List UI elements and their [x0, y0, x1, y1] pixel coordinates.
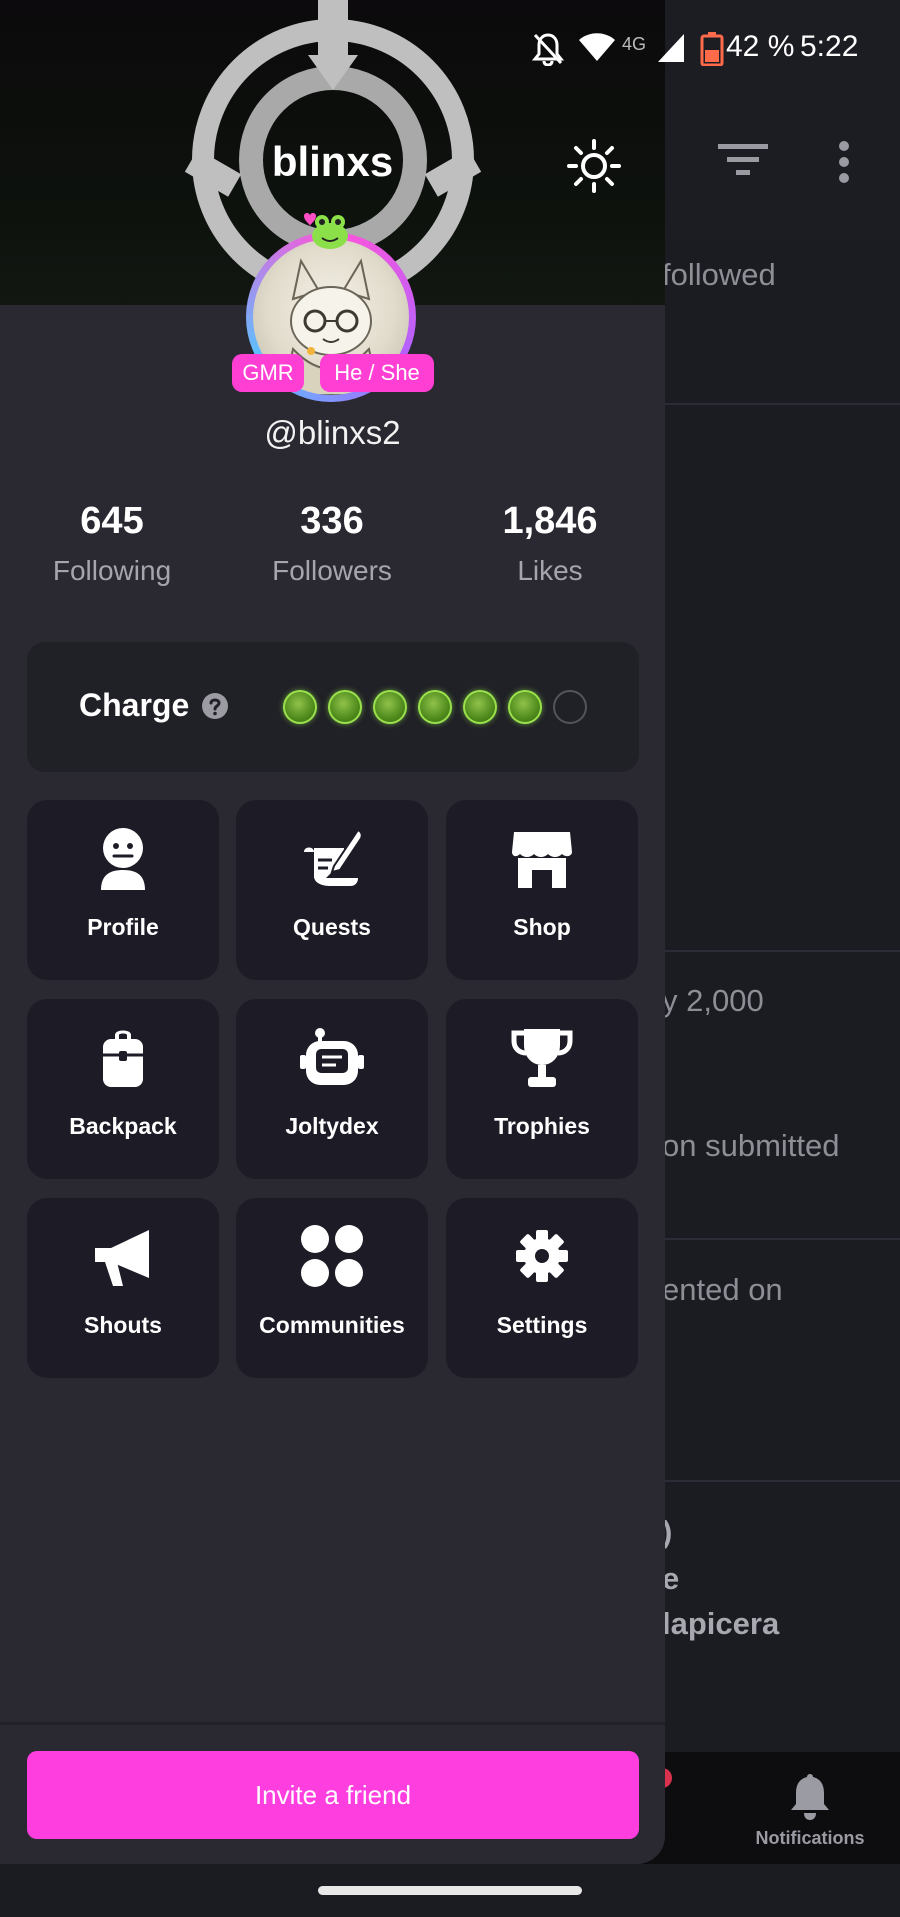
- menu-label: Shouts: [84, 1312, 162, 1338]
- profile-icon: [101, 828, 145, 890]
- charge-label: Charge: [79, 687, 190, 723]
- wifi-icon: [579, 33, 615, 61]
- feed-item-text: on submitted: [662, 1128, 840, 1163]
- battery-percentage: 42 %: [726, 30, 795, 63]
- charge-orb-filled: [463, 690, 497, 724]
- stat-value: 336: [300, 500, 364, 542]
- stat-likes[interactable]: 1,846 Likes: [450, 500, 650, 587]
- frog-decoration-icon: [304, 213, 348, 249]
- menu-label: Profile: [87, 914, 159, 940]
- menu-quests[interactable]: Quests: [236, 800, 428, 980]
- menu-label: Backpack: [69, 1113, 177, 1139]
- battery-icon: [700, 32, 724, 66]
- bell-icon[interactable]: [788, 1772, 832, 1822]
- feed-item-text: followed: [662, 257, 776, 292]
- menu-backpack[interactable]: Backpack: [27, 999, 219, 1179]
- signal-icon: [658, 34, 684, 62]
- communities-icon: [301, 1225, 363, 1287]
- notifications-muted-icon: [532, 33, 564, 66]
- stat-following[interactable]: 645 Following: [12, 500, 212, 587]
- nav-notifications-label[interactable]: Notifications: [740, 1828, 880, 1849]
- stat-value: 645: [80, 500, 144, 542]
- home-indicator[interactable]: [318, 1886, 582, 1895]
- navigation-drawer: blinxs GMR He / She @blinxs2 645 Followi…: [0, 0, 665, 1864]
- menu-communities[interactable]: Communities: [236, 1198, 428, 1378]
- charge-orb-filled: [373, 690, 407, 724]
- feed-item-text: y 2,000: [662, 983, 764, 1018]
- menu-label: Quests: [293, 914, 371, 940]
- stat-label: Likes: [517, 555, 583, 586]
- divider: [0, 1722, 665, 1725]
- charge-orb-empty: [553, 690, 587, 724]
- clock: 5:22: [800, 30, 859, 63]
- sun-icon[interactable]: [566, 138, 622, 194]
- menu-trophies[interactable]: Trophies: [446, 999, 638, 1179]
- gear-icon: [516, 1230, 568, 1282]
- network-type: 4G: [622, 34, 647, 54]
- trophy-icon: [511, 1029, 573, 1087]
- menu-label: Communities: [259, 1312, 405, 1338]
- menu-label: Shop: [513, 914, 571, 940]
- help-icon[interactable]: [201, 692, 229, 720]
- menu-label: Trophies: [494, 1113, 590, 1139]
- quests-icon: [304, 828, 363, 886]
- pronoun-badge: He / She: [320, 354, 434, 392]
- feed-item-text: ented on: [662, 1272, 783, 1307]
- menu-profile[interactable]: Profile: [27, 800, 219, 980]
- stat-label: Following: [52, 555, 172, 586]
- gmr-badge: GMR: [232, 354, 304, 392]
- more-options-icon[interactable]: [830, 140, 858, 184]
- menu-settings[interactable]: Settings: [446, 1198, 638, 1378]
- charge-orb-filled: [508, 690, 542, 724]
- joltydex-icon: [300, 1028, 364, 1085]
- feed-item-text: lapicera: [662, 1606, 780, 1641]
- menu-joltydex[interactable]: Joltydex: [236, 999, 428, 1179]
- stat-value: 1,846: [502, 500, 598, 542]
- status-bar: 4G 42 % 5:22: [0, 0, 900, 100]
- charge-orb-filled: [418, 690, 452, 724]
- menu-shop[interactable]: Shop: [446, 800, 638, 980]
- shop-icon: [512, 832, 572, 888]
- menu-label: Joltydex: [285, 1113, 379, 1139]
- megaphone-icon: [95, 1230, 149, 1286]
- stat-label: Followers: [272, 555, 392, 586]
- menu-shouts[interactable]: Shouts: [27, 1198, 219, 1378]
- backpack-icon: [103, 1030, 143, 1087]
- charge-orb-filled: [283, 690, 317, 724]
- user-handle: @blinxs2: [264, 414, 401, 451]
- menu-label: Settings: [496, 1312, 588, 1338]
- charge-card: Charge: [27, 642, 639, 772]
- filter-icon[interactable]: [718, 142, 768, 178]
- charge-orb-filled: [328, 690, 362, 724]
- invite-friend-button[interactable]: Invite a friend: [27, 1751, 639, 1839]
- stat-followers[interactable]: 336 Followers: [232, 500, 432, 587]
